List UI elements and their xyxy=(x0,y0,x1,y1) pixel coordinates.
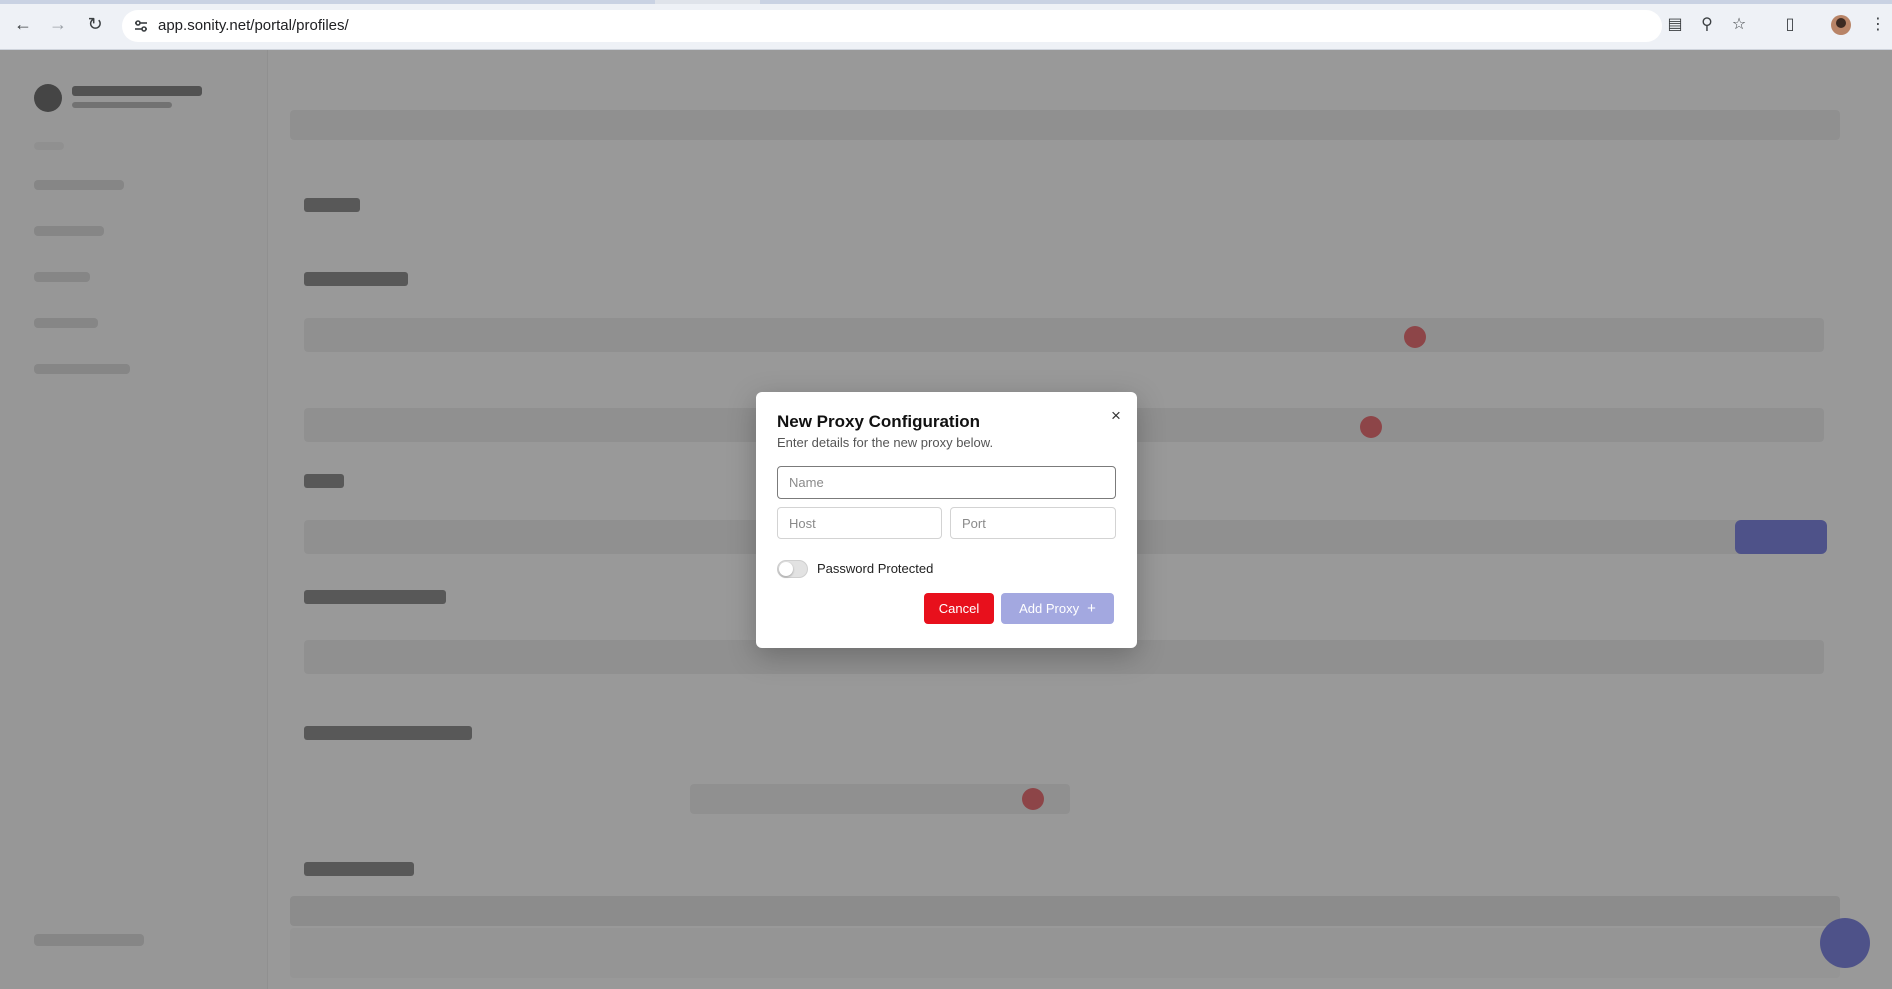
dialog-title: New Proxy Configuration xyxy=(777,412,981,431)
proxy-host-input[interactable] xyxy=(777,507,942,539)
install-app-icon[interactable]: ▤ xyxy=(1665,14,1685,34)
reload-icon[interactable]: ↻ xyxy=(84,13,106,35)
proxy-port-input[interactable] xyxy=(950,507,1116,539)
tab-strip xyxy=(0,0,1892,4)
address-bar[interactable]: app.sonity.net/portal/profiles/ xyxy=(122,10,1662,42)
close-icon[interactable]: × xyxy=(1106,406,1126,426)
back-icon[interactable]: ← xyxy=(12,13,34,35)
url-text[interactable]: app.sonity.net/portal/profiles/ xyxy=(158,17,349,34)
password-protected-label: Password Protected xyxy=(817,561,934,576)
bookmark-star-icon[interactable]: ☆ xyxy=(1729,14,1749,34)
proxy-name-input[interactable] xyxy=(777,466,1116,499)
zoom-icon[interactable]: ⚲ xyxy=(1697,14,1717,34)
extensions-icon[interactable]: ▯ xyxy=(1780,14,1800,34)
browser-toolbar: ← → ↻ app.sonity.net/portal/profiles/ ▤ … xyxy=(0,0,1892,50)
profile-avatar[interactable] xyxy=(1831,15,1851,35)
forward-icon[interactable]: → xyxy=(47,13,69,35)
password-protected-toggle[interactable] xyxy=(777,560,808,578)
toggle-knob xyxy=(779,562,793,576)
new-proxy-dialog: New Proxy Configuration Enter details fo… xyxy=(756,392,1137,648)
add-proxy-button[interactable]: Add Proxy + xyxy=(1001,593,1114,624)
add-proxy-label: Add Proxy xyxy=(1019,601,1080,616)
plus-icon: + xyxy=(1087,600,1096,617)
cancel-button[interactable]: Cancel xyxy=(924,593,994,624)
site-settings-icon[interactable] xyxy=(132,17,150,35)
dialog-subtitle: Enter details for the new proxy below. xyxy=(777,435,994,450)
more-menu-icon[interactable]: ⋮ xyxy=(1868,14,1888,34)
